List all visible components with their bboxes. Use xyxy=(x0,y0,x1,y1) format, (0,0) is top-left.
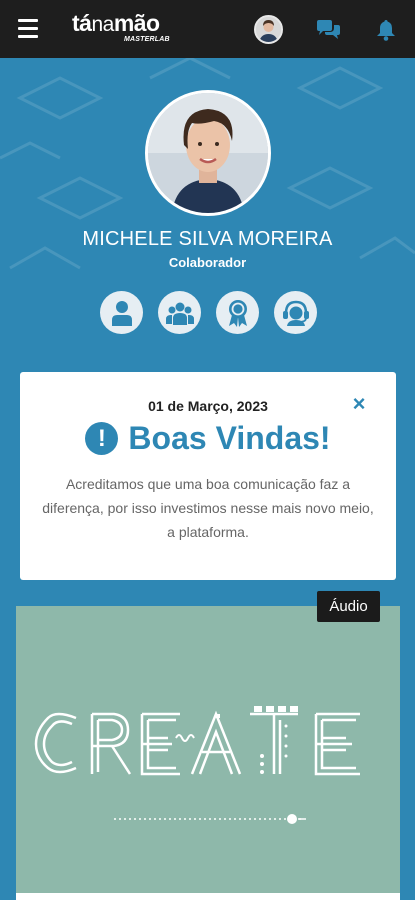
bell-icon[interactable] xyxy=(375,18,397,42)
artwork-word: CREATE xyxy=(400,606,401,607)
audio-badge: Áudio xyxy=(317,591,380,622)
profile-name: MICHELE SILVA MOREIRA xyxy=(82,228,333,250)
chat-icon[interactable] xyxy=(315,19,342,41)
audio-progress[interactable] xyxy=(114,814,306,824)
exclamation-icon: ! xyxy=(85,421,119,455)
card-title: Boas Vindas! xyxy=(128,419,331,456)
group-icon xyxy=(165,302,194,325)
media-card[interactable]: CREATE xyxy=(16,606,400,900)
media-artwork xyxy=(34,706,360,824)
close-icon[interactable]: × xyxy=(348,393,370,415)
achievements-button[interactable] xyxy=(216,291,259,334)
award-icon xyxy=(228,299,247,327)
top-bar: tánamão MASTERLAB xyxy=(0,0,415,58)
logo-text: tánamão xyxy=(72,10,160,36)
welcome-card: 01 de Março, 2023 × ! Boas Vindas! Acred… xyxy=(20,372,396,580)
card-text: Acreditamos que uma boa comunicação faz … xyxy=(42,476,374,540)
team-button[interactable] xyxy=(158,291,201,334)
logo-subtext: MASTERLAB xyxy=(124,36,170,43)
avatar[interactable] xyxy=(254,15,283,44)
support-button[interactable] xyxy=(274,291,317,334)
app-logo[interactable]: tánamão MASTERLAB xyxy=(72,11,182,47)
card-title-row: ! Boas Vindas! xyxy=(20,418,396,458)
profile-photo[interactable] xyxy=(145,90,271,216)
profile-role: Colaborador xyxy=(168,255,247,270)
media-card-footer xyxy=(16,893,400,900)
profile-button[interactable] xyxy=(100,291,143,334)
user-icon xyxy=(111,300,132,326)
menu-icon[interactable] xyxy=(18,19,40,39)
quick-actions xyxy=(100,291,318,335)
support-icon xyxy=(282,300,309,326)
card-date: 01 de Março, 2023 xyxy=(148,398,268,414)
